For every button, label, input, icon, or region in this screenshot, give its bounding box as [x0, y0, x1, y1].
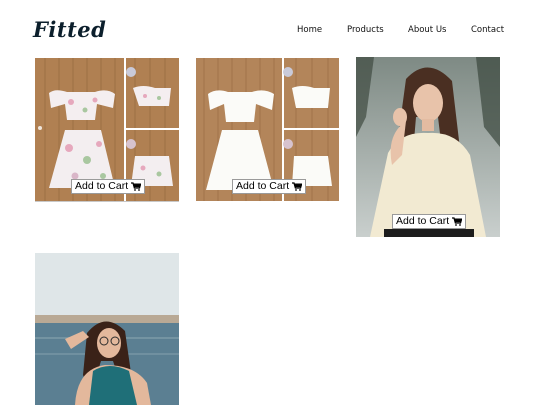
nav-products[interactable]: Products	[347, 25, 384, 35]
add-to-cart-button[interactable]: Add to Cart	[71, 179, 146, 194]
product-image-cream-sweater	[356, 57, 500, 237]
brand-logo[interactable]: Fitted	[33, 17, 106, 42]
cart-icon	[131, 182, 142, 191]
product-card-floral-set[interactable]: Add to Cart	[35, 58, 179, 201]
product-card-cream-sweater[interactable]: Add to Cart	[356, 57, 500, 237]
nav-home[interactable]: Home	[297, 25, 322, 35]
product-card-teal-top[interactable]	[35, 253, 179, 405]
nav-contact[interactable]: Contact	[471, 25, 504, 35]
add-to-cart-label: Add to Cart	[396, 215, 450, 227]
cart-icon	[452, 217, 463, 226]
add-to-cart-label: Add to Cart	[236, 180, 290, 192]
add-to-cart-button[interactable]: Add to Cart	[232, 179, 307, 194]
product-image-teal-top	[35, 253, 179, 405]
card-divider	[35, 201, 179, 202]
add-to-cart-label: Add to Cart	[75, 180, 129, 192]
nav-about-us[interactable]: About Us	[408, 25, 446, 35]
add-to-cart-button[interactable]: Add to Cart	[392, 214, 467, 229]
product-card-white-set[interactable]: Add to Cart	[196, 58, 339, 201]
cart-icon	[292, 182, 303, 191]
